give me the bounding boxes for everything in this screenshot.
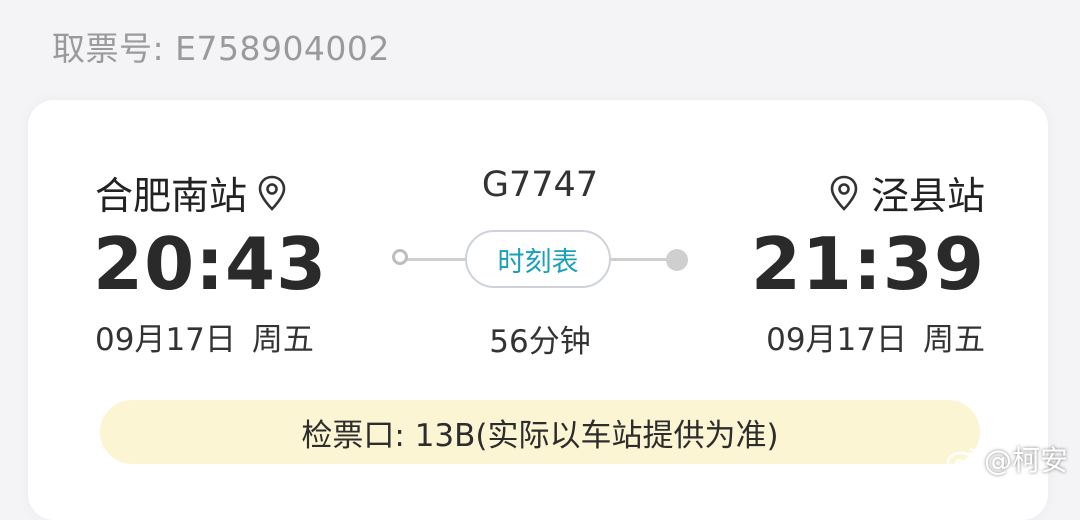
schedule-button[interactable]: 时刻表 — [465, 230, 611, 288]
route-end-dot — [666, 249, 688, 271]
train-number: G7747 — [481, 165, 599, 205]
pickup-number: 取票号: E758904002 — [52, 29, 390, 68]
arrival-date-value: 09月17日 — [766, 322, 907, 358]
arrival-date: 09月17日 周五 — [766, 314, 985, 359]
route-start-dot — [392, 249, 408, 265]
arrival-weekday: 周五 — [923, 322, 985, 358]
departure-time: 20:43 — [93, 222, 328, 306]
ticket-gate-text: 检票口: 13B(实际以车站提供为准) — [301, 417, 779, 454]
arrival-time: 21:39 — [750, 222, 985, 306]
weibo-icon — [946, 447, 979, 473]
watermark-text: @柯安 — [983, 444, 1068, 477]
ticket-gate-banner: 检票口: 13B(实际以车站提供为准) — [100, 400, 980, 464]
watermark: @柯安 — [946, 439, 1068, 479]
